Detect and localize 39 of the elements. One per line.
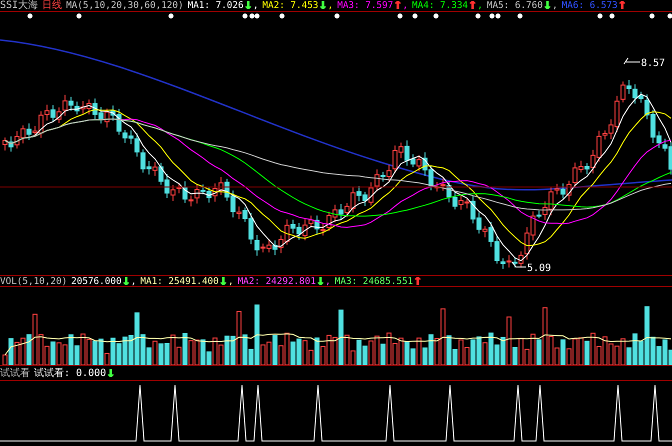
separator: , [402,0,408,11]
separator: , [477,0,483,11]
ma-reading: MA6: 6.573 [562,0,618,11]
trend-arrow: ↓ [122,276,131,286]
trend-arrow: ↓ [542,0,552,11]
volume-params: VOL(5,10,20) [0,276,68,286]
trend-arrow: ↓ [244,0,253,11]
separator: , [228,276,234,286]
trend-arrow: ↓ [316,276,326,286]
price-label: 5.09 [527,263,552,274]
separator: , [130,276,136,286]
leader-line [512,262,526,268]
price-label: 8.57 [641,58,666,69]
ma-reading: MA1: 7.026 [188,0,244,11]
trend-arrow: ↑ [413,276,422,286]
stock-name: SSI大海 [0,0,38,11]
separator: , [328,0,334,11]
trend-arrow: ↑ [468,0,478,11]
trend-arrow: ↓ [218,276,228,286]
ma-reading: MA3: 7.597 [337,0,394,11]
ma-params: MA(5,10,20,30,60,120) [66,0,184,11]
volume-ma-reading: MA1: 25491.400 [140,276,219,286]
trend-arrow: ↑ [618,0,627,11]
trend-arrow: ↓ [106,368,116,378]
period-label: 日线 [42,0,62,11]
indicator-name: 试试看 [0,368,30,378]
ma-reading: MA4: 7.334 [412,0,468,11]
ma-reading: MA5: 6.760 [486,0,543,11]
separator: , [252,0,258,11]
separator: , [325,276,331,286]
volume-reading: 20576.000 [71,276,122,286]
trend-arrow: ↓ [318,0,328,11]
indicator-reading: 试试看: 0.000 [34,368,106,378]
trend-arrow: ↑ [393,0,402,11]
volume-ma-reading: MA3: 24685.551 [334,276,414,286]
volume-ma-reading: MA2: 24292.801 [238,276,316,286]
ma-reading: MA2: 7.453 [262,0,318,11]
leader-line [624,58,640,64]
separator: , [552,0,558,11]
